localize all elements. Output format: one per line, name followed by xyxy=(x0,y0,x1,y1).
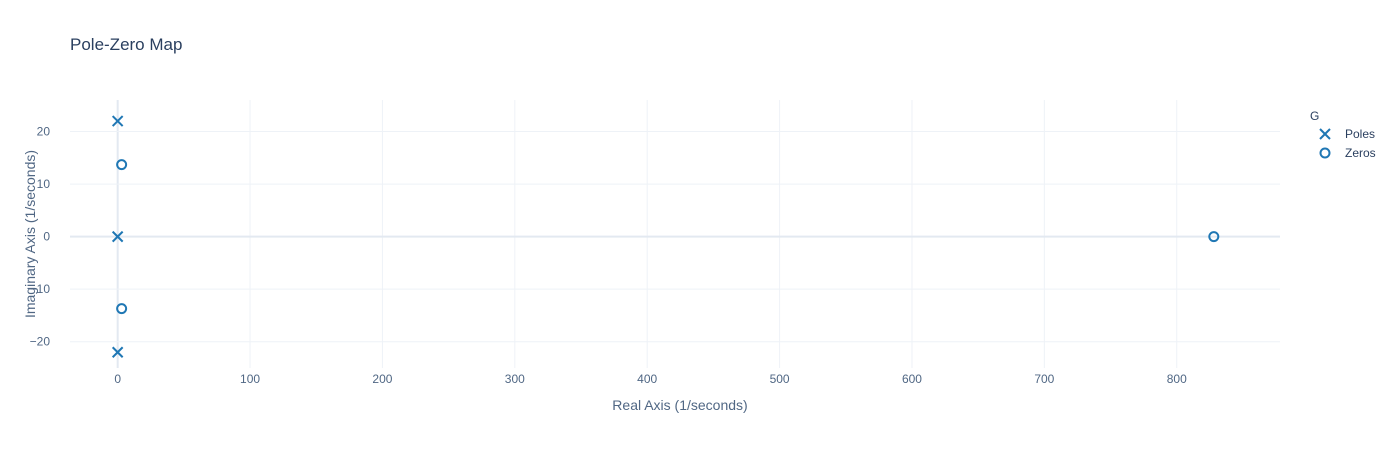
x-tick-label: 400 xyxy=(637,372,657,386)
chart-title: Pole-Zero Map xyxy=(70,35,182,54)
x-tick-label: 100 xyxy=(240,372,260,386)
legend-title: G xyxy=(1310,109,1319,123)
pole-zero-chart: Pole-Zero Map 0 100 200 300 400 500 600 700 800 … xyxy=(22,35,1376,413)
y-tick-label: −20 xyxy=(30,335,51,349)
legend-zero-icon xyxy=(1319,147,1331,159)
legend: G Poles Zeros xyxy=(1310,109,1376,160)
legend-item-zeros[interactable]: Zeros xyxy=(1319,146,1376,160)
y-tick-label: 20 xyxy=(37,125,51,139)
x-tick-labels: 0 100 200 300 400 500 600 700 800 xyxy=(114,372,1187,386)
x-tick-label: 700 xyxy=(1034,372,1054,386)
y-tick-label: 10 xyxy=(37,177,51,191)
x-tick-label: 300 xyxy=(505,372,525,386)
y-tick-label: 0 xyxy=(43,230,50,244)
legend-label: Poles xyxy=(1345,127,1375,141)
x-tick-label: 0 xyxy=(114,372,121,386)
x-tick-label: 500 xyxy=(770,372,790,386)
legend-label: Zeros xyxy=(1345,146,1376,160)
x-tick-label: 800 xyxy=(1167,372,1187,386)
x-axis-title: Real Axis (1/seconds) xyxy=(612,397,747,413)
x-tick-label: 600 xyxy=(902,372,922,386)
x-tick-label: 200 xyxy=(372,372,392,386)
y-axis-title: Imaginary Axis (1/seconds) xyxy=(22,150,38,318)
legend-item-poles[interactable]: Poles xyxy=(1319,127,1375,141)
legend-pole-icon xyxy=(1319,128,1331,140)
grid-lines xyxy=(70,100,1280,368)
